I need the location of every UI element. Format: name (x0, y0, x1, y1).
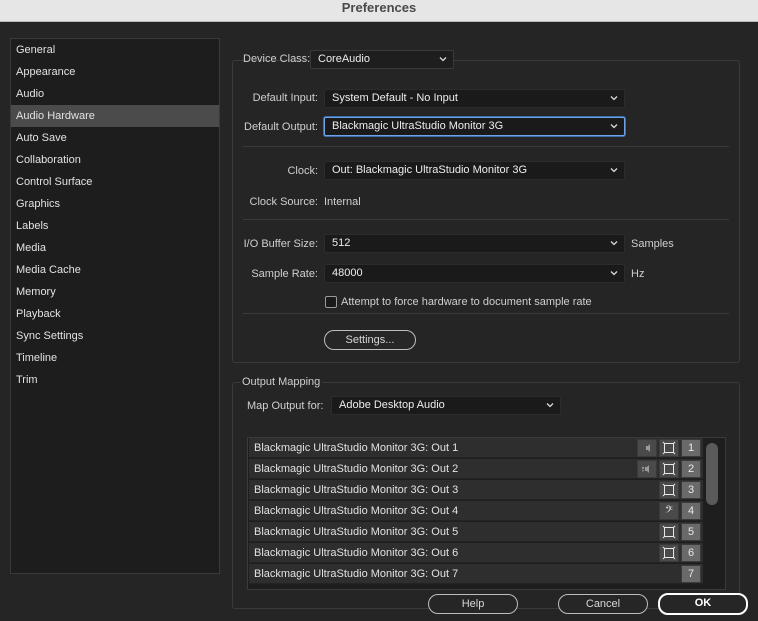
map-output-for-value: Adobe Desktop Audio (339, 399, 445, 411)
sidebar-item-timeline[interactable]: Timeline (11, 347, 219, 369)
screen-icon[interactable] (659, 439, 679, 457)
output-channel-name: Blackmagic UltraStudio Monitor 3G: Out 2 (254, 463, 459, 475)
screen-icon[interactable] (659, 460, 679, 478)
channel-number-cell[interactable]: 2 (681, 460, 701, 478)
chevron-down-icon (546, 403, 554, 408)
default-output-label: Default Output: (244, 121, 318, 133)
default-input-label: Default Input: (252, 92, 318, 104)
buffer-size-unit: Samples (631, 238, 674, 250)
scrollbar-thumb[interactable] (706, 443, 718, 505)
sidebar-item-playback[interactable]: Playback (11, 303, 219, 325)
screen-icon[interactable] (659, 481, 679, 499)
sidebar-item-memory[interactable]: Memory (11, 281, 219, 303)
speaker-right-icon[interactable] (637, 460, 657, 478)
channel-number-cell[interactable]: 3 (681, 481, 701, 499)
sidebar-item-trim[interactable]: Trim (11, 369, 219, 391)
buffer-size-value: 512 (332, 237, 351, 249)
output-channel-name: Blackmagic UltraStudio Monitor 3G: Out 7 (254, 568, 459, 580)
ok-button[interactable]: OK (658, 593, 748, 615)
sidebar-item-audio[interactable]: Audio (11, 83, 219, 105)
sample-rate-dropdown[interactable]: 48000 (324, 264, 625, 283)
scrollbar[interactable] (705, 443, 719, 585)
map-output-for-label: Map Output for: (247, 400, 324, 412)
device-class-label: Device Class: (243, 53, 311, 65)
divider (243, 146, 729, 147)
channel-number-cell[interactable]: 4 (681, 502, 701, 520)
sidebar-item-auto-save[interactable]: Auto Save (11, 127, 219, 149)
output-mapping-row[interactable]: Blackmagic UltraStudio Monitor 3G: Out 6… (249, 543, 703, 563)
sidebar-item-media-cache[interactable]: Media Cache (11, 259, 219, 281)
clock-source-value: Internal (324, 196, 361, 208)
screen-icon[interactable] (659, 544, 679, 562)
channel-number-cell[interactable]: 5 (681, 523, 701, 541)
default-output-value: Blackmagic UltraStudio Monitor 3G (332, 120, 504, 132)
sidebar-item-general[interactable]: General (11, 39, 219, 61)
sample-rate-value: 48000 (332, 267, 363, 279)
output-channel-name: Blackmagic UltraStudio Monitor 3G: Out 3 (254, 484, 459, 496)
screen-icon[interactable] (659, 523, 679, 541)
bass-clef-icon[interactable]: 𝄢 (659, 502, 679, 520)
sidebar-item-graphics[interactable]: Graphics (11, 193, 219, 215)
clock-source-label: Clock Source: (249, 196, 318, 208)
speaker-left-icon[interactable] (637, 439, 657, 457)
sample-rate-label: Sample Rate: (251, 268, 318, 280)
output-channel-name: Blackmagic UltraStudio Monitor 3G: Out 5 (254, 526, 459, 538)
channel-number-cell[interactable]: 7 (681, 565, 701, 583)
buffer-size-label: I/O Buffer Size: (243, 238, 318, 250)
chevron-down-icon (610, 124, 618, 129)
output-mapping-row[interactable]: Blackmagic UltraStudio Monitor 3G: Out 3… (249, 480, 703, 500)
output-mapping-list[interactable]: Blackmagic UltraStudio Monitor 3G: Out 1… (247, 437, 726, 590)
output-channel-name: Blackmagic UltraStudio Monitor 3G: Out 1 (254, 442, 459, 454)
chevron-down-icon (610, 241, 618, 246)
clock-value: Out: Blackmagic UltraStudio Monitor 3G (332, 164, 528, 176)
settings-button[interactable]: Settings... (324, 330, 416, 350)
clock-label: Clock: (287, 165, 318, 177)
divider (243, 313, 729, 314)
clock-dropdown[interactable]: Out: Blackmagic UltraStudio Monitor 3G (324, 161, 625, 180)
default-output-dropdown[interactable]: Blackmagic UltraStudio Monitor 3G (324, 117, 625, 136)
map-output-for-dropdown[interactable]: Adobe Desktop Audio (331, 396, 561, 415)
sidebar-list: General Appearance Audio Audio Hardware Auto… (11, 39, 219, 391)
channel-number-cell[interactable]: 1 (681, 439, 701, 457)
window-title: Preferences (0, 0, 758, 22)
sidebar-item-audio-hardware[interactable]: Audio Hardware (11, 105, 219, 127)
output-mapping-row[interactable]: Blackmagic UltraStudio Monitor 3G: Out 5… (249, 522, 703, 542)
output-channel-name: Blackmagic UltraStudio Monitor 3G: Out 6 (254, 547, 459, 559)
channel-number-cell[interactable]: 6 (681, 544, 701, 562)
output-mapping-row[interactable]: Blackmagic UltraStudio Monitor 3G: Out 2… (249, 459, 703, 479)
output-mapping-row[interactable]: Blackmagic UltraStudio Monitor 3G: Out 1… (249, 438, 703, 458)
output-mapping-title: Output Mapping (240, 376, 323, 388)
chevron-down-icon (610, 96, 618, 101)
buffer-size-dropdown[interactable]: 512 (324, 234, 625, 253)
output-mapping-row[interactable]: Blackmagic UltraStudio Monitor 3G: Out 7… (249, 564, 703, 584)
output-channel-name: Blackmagic UltraStudio Monitor 3G: Out 4 (254, 505, 459, 517)
sidebar-item-sync-settings[interactable]: Sync Settings (11, 325, 219, 347)
divider (243, 219, 729, 220)
sidebar-item-labels[interactable]: Labels (11, 215, 219, 237)
sample-rate-unit: Hz (631, 268, 645, 280)
sidebar-item-collaboration[interactable]: Collaboration (11, 149, 219, 171)
sidebar-item-control-surface[interactable]: Control Surface (11, 171, 219, 193)
chevron-down-icon (439, 57, 447, 62)
default-input-dropdown[interactable]: System Default - No Input (324, 89, 625, 108)
help-button[interactable]: Help (428, 594, 518, 614)
force-sample-rate-checkbox[interactable] (325, 296, 337, 308)
sidebar-item-appearance[interactable]: Appearance (11, 61, 219, 83)
cancel-button[interactable]: Cancel (558, 594, 648, 614)
output-mapping-row[interactable]: Blackmagic UltraStudio Monitor 3G: Out 4… (249, 501, 703, 521)
device-class-value: CoreAudio (318, 53, 370, 65)
device-class-dropdown[interactable]: CoreAudio (310, 50, 454, 69)
sidebar-item-media[interactable]: Media (11, 237, 219, 259)
force-sample-rate-label: Attempt to force hardware to document sa… (341, 296, 592, 308)
preferences-sidebar: General Appearance Audio Audio Hardware Auto… (10, 38, 220, 574)
default-input-value: System Default - No Input (332, 92, 458, 104)
chevron-down-icon (610, 168, 618, 173)
chevron-down-icon (610, 271, 618, 276)
